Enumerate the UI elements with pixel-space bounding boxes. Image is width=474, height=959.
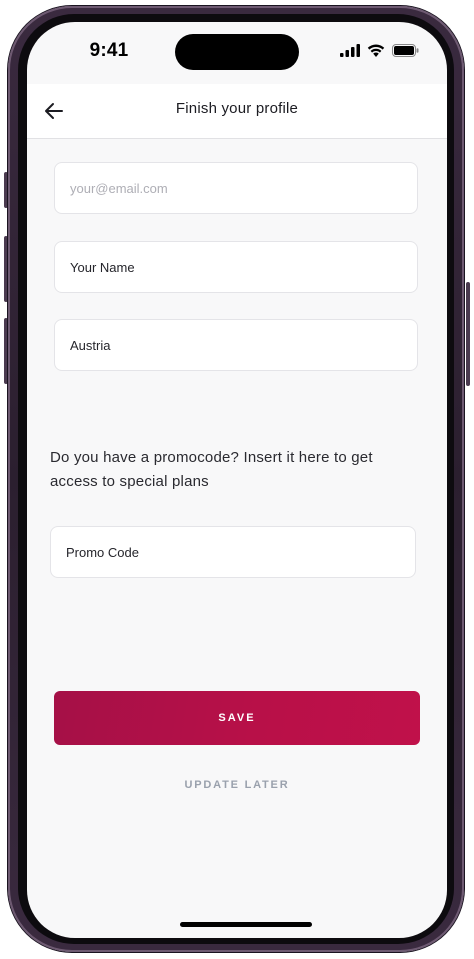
name-field[interactable]: Your Name [54, 241, 418, 293]
device-mockup: 9:41 Finish your profile your@email.com … [0, 0, 474, 959]
back-button[interactable] [41, 98, 67, 124]
dynamic-island [175, 34, 299, 70]
page-title: Finish your profile [175, 100, 299, 117]
promo-code-field[interactable]: Promo Code [50, 526, 416, 578]
email-input[interactable] [70, 180, 402, 196]
promo-prompt-text: Do you have a promocode? Insert it here … [50, 449, 373, 490]
promo-code-input-value[interactable]: Promo Code [66, 545, 139, 560]
status-icons [340, 42, 419, 58]
save-button[interactable]: SAVE [54, 691, 420, 745]
app-screen: 9:41 Finish your profile your@email.com … [27, 22, 447, 938]
country-input-value[interactable]: Austria [70, 338, 110, 353]
wifi-icon [367, 44, 385, 57]
power-button [466, 282, 470, 386]
email-field[interactable] [54, 162, 418, 214]
home-indicator [180, 922, 312, 927]
battery-icon [392, 43, 419, 57]
save-button-label: SAVE [218, 712, 256, 724]
status-time: 9:41 [89, 40, 129, 61]
arrow-left-icon [45, 103, 63, 119]
update-later-button[interactable]: UPDATE LATER [27, 779, 447, 791]
name-input-value[interactable]: Your Name [70, 260, 135, 275]
signal-icon [340, 43, 360, 57]
top-app-bar: Finish your profile [27, 84, 447, 139]
country-field[interactable]: Austria [54, 319, 418, 371]
